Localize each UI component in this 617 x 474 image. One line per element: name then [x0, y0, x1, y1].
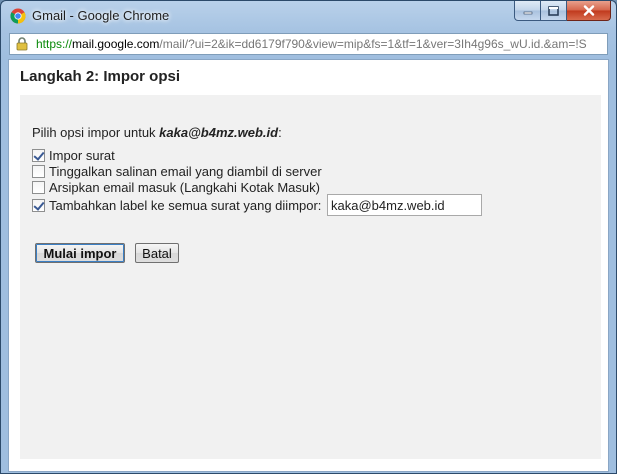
url-scheme: https:// — [36, 37, 73, 51]
url-text[interactable]: https://mail.google.com/mail/?ui=2&ik=dd… — [36, 34, 587, 54]
checkbox-leave-copy[interactable] — [32, 164, 45, 178]
option-add-label[interactable]: Tambahkan label ke semua surat yang diim… — [32, 197, 321, 213]
close-button[interactable] — [567, 1, 611, 21]
option-archive-incoming[interactable]: Arsipkan email masuk (Langkahi Kotak Mas… — [32, 179, 320, 195]
import-options-panel: Pilih opsi impor untuk kaka@b4mz.web.id:… — [20, 95, 601, 459]
intro-suffix: : — [278, 125, 282, 140]
minimize-icon — [523, 11, 532, 14]
page-content: Langkah 2: Impor opsi Pilih opsi impor u… — [8, 59, 609, 472]
window-controls — [514, 1, 611, 21]
checkbox-add-label[interactable] — [32, 198, 45, 212]
intro-text: Pilih opsi impor untuk kaka@b4mz.web.id: — [32, 125, 282, 140]
window-title: Gmail - Google Chrome — [32, 8, 170, 23]
close-icon — [583, 5, 594, 16]
label-name-input[interactable] — [327, 194, 482, 216]
cancel-button[interactable]: Batal — [135, 243, 179, 263]
browser-window: Gmail - Google Chrome https://mail.googl… — [0, 0, 617, 474]
option-leave-copy[interactable]: Tinggalkan salinan email yang diambil di… — [32, 163, 322, 179]
chrome-logo-icon — [10, 8, 26, 24]
url-host: mail.google.com — [72, 37, 160, 51]
address-bar[interactable]: https://mail.google.com/mail/?ui=2&ik=dd… — [9, 33, 608, 55]
minimize-button[interactable] — [514, 1, 541, 21]
lock-icon — [16, 37, 28, 51]
option-label: Tambahkan label ke semua surat yang diim… — [49, 197, 322, 213]
checkbox-import-mail[interactable] — [32, 148, 45, 162]
option-label: Tinggalkan salinan email yang diambil di… — [49, 163, 322, 179]
option-import-mail[interactable]: Impor surat — [32, 147, 115, 163]
intro-account: kaka@b4mz.web.id — [159, 125, 279, 140]
title-bar[interactable]: Gmail - Google Chrome — [1, 1, 616, 30]
option-label: Impor surat — [49, 147, 115, 163]
page-title: Langkah 2: Impor opsi — [20, 68, 181, 85]
checkbox-archive-incoming[interactable] — [32, 180, 45, 194]
url-path: /mail/?ui=2&ik=dd6179f790&view=mip&fs=1&… — [159, 37, 587, 51]
start-import-button[interactable]: Mulai impor — [35, 243, 125, 263]
intro-prefix: Pilih opsi impor untuk — [32, 125, 160, 140]
option-label: Arsipkan email masuk (Langkahi Kotak Mas… — [49, 179, 320, 195]
maximize-button[interactable] — [541, 1, 567, 21]
maximize-icon — [548, 5, 559, 16]
